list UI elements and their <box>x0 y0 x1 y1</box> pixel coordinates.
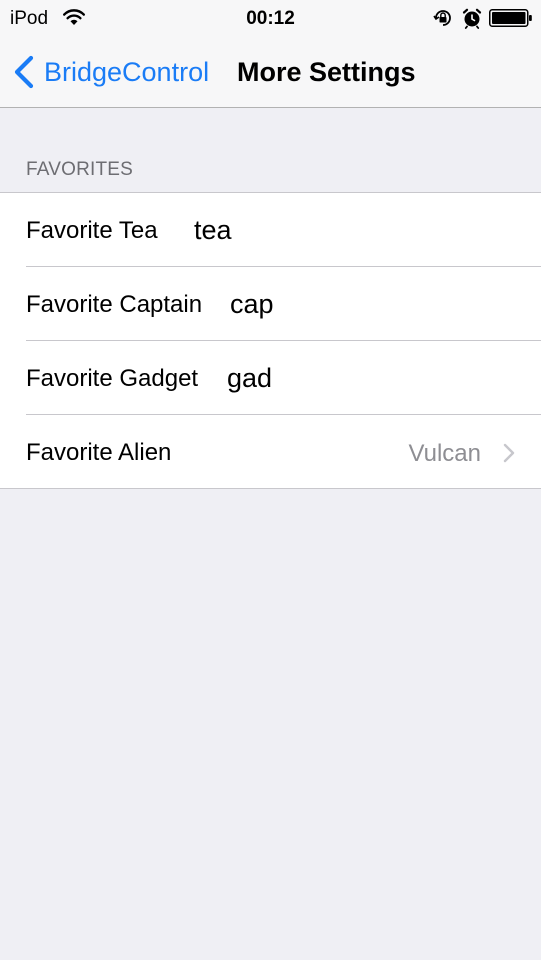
row-label: Favorite Captain <box>26 291 203 318</box>
table-row-favorite-tea[interactable]: Favorite Tea <box>0 193 541 267</box>
table-row-favorite-alien[interactable]: Favorite Alien Vulcan <box>0 415 541 489</box>
row-label: Favorite Gadget <box>26 365 199 392</box>
back-button-label: BridgeControl <box>44 56 210 87</box>
section-header-favorites: FAVORITES <box>26 159 134 180</box>
page-title: More Settings <box>237 57 416 87</box>
table-row-favorite-captain[interactable]: Favorite Captain <box>0 267 541 341</box>
navigation-bar: BridgeControl More Settings <box>0 40 541 108</box>
lock-rotation-icon <box>433 10 451 26</box>
row-label: Favorite Alien <box>26 439 172 466</box>
status-bar: iPod 00:12 <box>0 0 541 40</box>
favorite-gadget-field[interactable] <box>227 361 507 395</box>
status-time: 00:12 <box>246 8 295 29</box>
table-row-favorite-gadget[interactable]: Favorite Gadget <box>0 341 541 415</box>
favorites-table: Favorite Tea Favorite Captain Favorite G… <box>0 192 541 489</box>
row-label: Favorite Tea <box>26 217 158 244</box>
back-button[interactable]: BridgeControl <box>12 52 209 92</box>
back-chevron-icon <box>14 55 34 89</box>
alarm-icon <box>462 8 482 29</box>
battery-icon <box>489 9 532 27</box>
chevron-right-icon <box>503 443 515 463</box>
favorite-tea-field[interactable] <box>194 213 474 247</box>
favorite-captain-field[interactable] <box>230 287 510 321</box>
favorite-alien-value: Vulcan <box>408 440 482 467</box>
